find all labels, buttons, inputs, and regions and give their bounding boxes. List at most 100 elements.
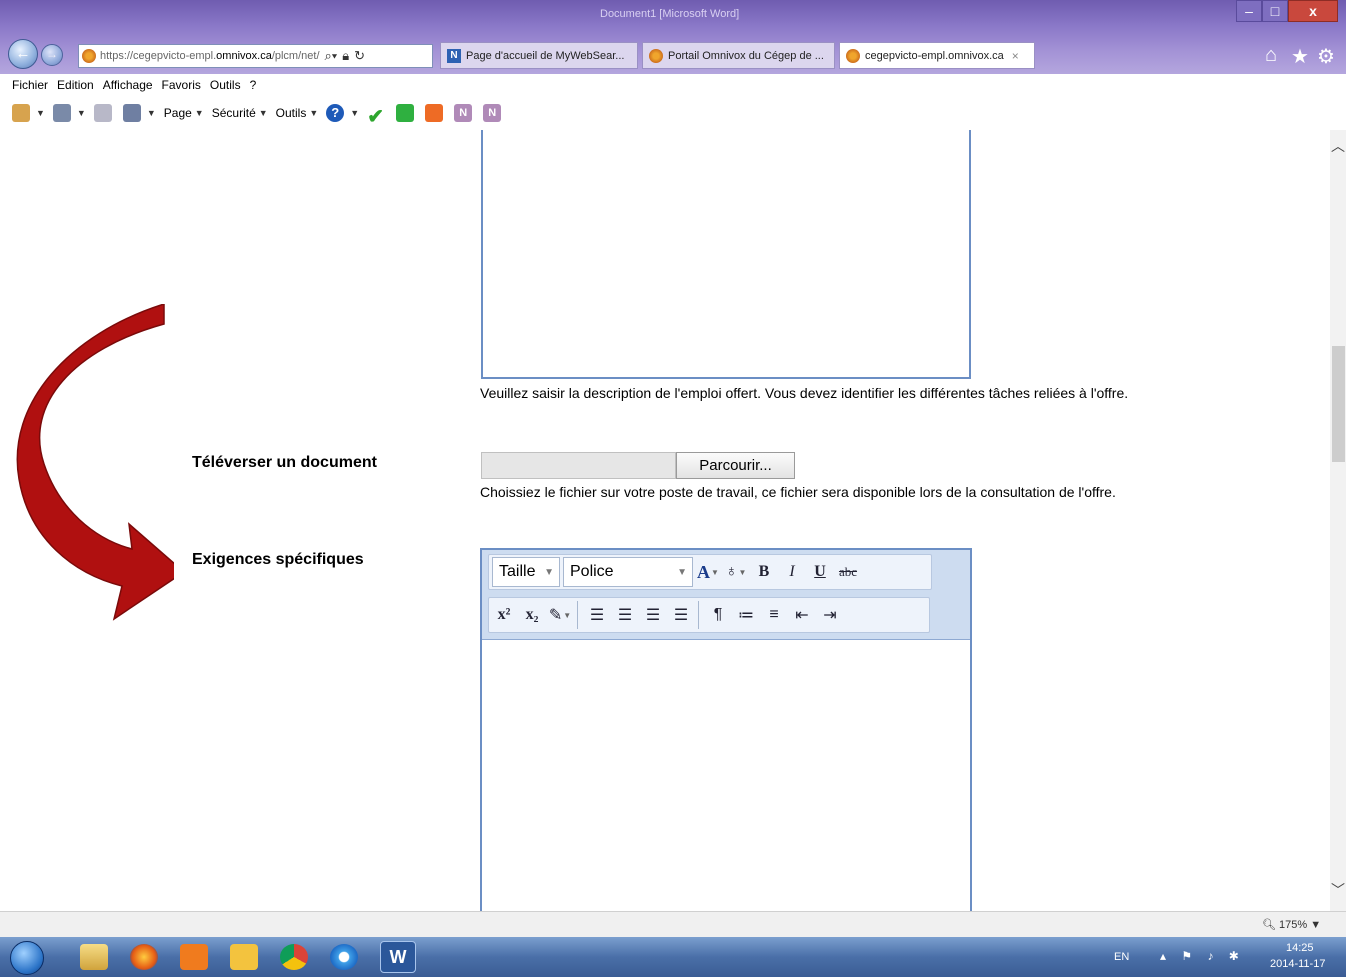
tools-menu[interactable]: Outils ▼ (276, 106, 319, 120)
numbered-list-icon[interactable]: ≡ (761, 600, 787, 630)
media-player-icon[interactable] (180, 944, 208, 970)
menu-edition[interactable]: Edition (57, 78, 94, 92)
security-menu[interactable]: Sécurité ▼ (212, 106, 268, 120)
menu-help[interactable]: ? (250, 78, 257, 92)
requirements-text-area[interactable] (482, 641, 970, 911)
font-size-label: Taille (499, 563, 536, 580)
onenote-send-command[interactable]: N (483, 104, 504, 122)
chevron-down-icon: ▼ (677, 566, 687, 578)
outlook-icon[interactable] (230, 944, 258, 970)
language-indicator[interactable]: EN (1114, 951, 1129, 963)
print-command[interactable]: ▼ (122, 104, 156, 122)
help-command[interactable]: ? ▼ (326, 104, 359, 122)
vertical-scrollbar[interactable]: ︿ ﹀ (1330, 130, 1346, 911)
menu-affichage[interactable]: Affichage (103, 78, 153, 92)
highlight-color-icon[interactable]: ♁ ▼ (723, 557, 749, 587)
onenote-send-icon: N (483, 104, 502, 122)
address-bar[interactable]: https://cegepvicto-empl. omnivox.ca/plcm/… (78, 44, 433, 68)
align-right-icon[interactable]: ☰ (640, 600, 666, 630)
toolbar-row-paragraph: x² x₂ ✎ ▼ ☰ ☰ ☰ ☰ ¶ ≔ ≡ ⇤ ⇥ (488, 597, 930, 633)
tab-mywebsearch[interactable]: N Page d'accueil de MyWebSear... (440, 42, 638, 69)
tab-label: cegepvicto-empl.omnivox.ca (865, 49, 1004, 62)
align-left-icon[interactable]: ☰ (584, 600, 610, 630)
specific-requirements-label: Exigences spécifiques (192, 551, 364, 568)
outdent-icon[interactable]: ⇤ (789, 600, 815, 630)
help-icon: ? (326, 104, 345, 122)
zoom-level[interactable]: 🔍︎ 175% ▼ (1262, 918, 1321, 931)
refresh-icon[interactable]: ↻ (354, 48, 365, 64)
indent-icon[interactable]: ⇥ (817, 600, 843, 630)
curved-arrow-shape (16, 304, 174, 621)
menu-favoris[interactable]: Favoris (162, 78, 201, 92)
tools-menu-label: Outils (275, 106, 307, 120)
spellcheck-command[interactable]: ✔ (367, 104, 388, 128)
scroll-up-icon[interactable]: ︿ (1330, 136, 1346, 156)
green-addon-command[interactable] (396, 104, 417, 122)
format-painter-icon[interactable]: ✎ ▼ (547, 600, 573, 630)
browser-title-bar: Document1 [Microsoft Word] – □ x ← → htt… (0, 0, 1346, 74)
zoom-value: 175% (1279, 919, 1308, 931)
font-size-select[interactable]: Taille ▼ (492, 557, 560, 587)
font-color-icon[interactable]: A ▼ (695, 557, 721, 587)
word-icon[interactable]: W (380, 941, 416, 973)
scroll-down-icon[interactable]: ﹀ (1330, 880, 1346, 900)
menu-fichier[interactable]: Fichier (12, 78, 48, 92)
tab-close-icon[interactable]: × (1012, 49, 1019, 63)
tab-omnivox-portal[interactable]: Portail Omnivox du Cégep de ... (642, 42, 835, 69)
favorites-star-icon[interactable]: ★ (1291, 44, 1309, 69)
firefox-icon[interactable] (130, 944, 158, 970)
home-icon[interactable]: ⌂ (1265, 44, 1277, 67)
windows-explorer-icon[interactable] (80, 944, 108, 970)
system-tray-icons[interactable]: ▴ ⚑ ♪ ✱ (1160, 949, 1245, 963)
italic-icon[interactable]: I (779, 557, 805, 587)
annotation-arrow-icon (16, 304, 174, 621)
description-editor-area[interactable] (481, 130, 971, 379)
omnivox-icon (649, 48, 663, 63)
gear-icon[interactable]: ⚙ (1317, 44, 1335, 69)
underline-icon[interactable]: U (807, 557, 833, 587)
superscript-icon[interactable]: x² (491, 600, 517, 630)
bullet-list-icon[interactable]: ≔ (733, 600, 759, 630)
page-menu[interactable]: Page ▼ (164, 106, 204, 120)
orange-addon-command[interactable] (425, 104, 446, 122)
scrollbar-thumb[interactable] (1332, 346, 1345, 462)
browse-button[interactable]: Parcourir... (676, 452, 795, 479)
editor-toolbar: Taille ▼ Police ▼ A ▼ ♁ ▼ B I U abc x² x₂ ✎ ▼… (482, 550, 970, 640)
close-window-button[interactable]: x (1288, 0, 1338, 22)
requirements-rich-editor: Taille ▼ Police ▼ A ▼ ♁ ▼ B I U abc x² x₂ ✎ ▼… (480, 548, 972, 911)
bold-icon[interactable]: B (751, 557, 777, 587)
back-button[interactable]: ← (8, 39, 38, 69)
file-path-input[interactable] (481, 452, 676, 479)
home-command[interactable]: ▼ (12, 104, 45, 122)
subscript-icon[interactable]: x₂ (519, 600, 545, 630)
clock-date[interactable]: 2014-11-17 (1270, 958, 1325, 970)
paragraph-icon[interactable]: ¶ (705, 600, 731, 630)
align-center-icon[interactable]: ☰ (612, 600, 638, 630)
onenote-command[interactable]: N (454, 104, 475, 122)
description-help-text: Veuillez saisir la description de l'empl… (480, 385, 1129, 401)
lock-icon[interactable]: 🔒︎ (342, 48, 349, 64)
mywebsearch-icon: N (447, 48, 461, 63)
mail-icon (93, 104, 112, 122)
feeds-command[interactable]: ▼ (52, 104, 86, 122)
internet-explorer-icon[interactable] (330, 944, 358, 970)
menu-outils[interactable]: Outils (210, 78, 241, 92)
align-justify-icon[interactable]: ☰ (668, 600, 694, 630)
maximize-button[interactable]: □ (1262, 0, 1288, 22)
page-menu-label: Page (163, 106, 192, 120)
home-icon (12, 104, 30, 122)
clock-time[interactable]: 14:25 (1286, 942, 1314, 954)
minimize-button[interactable]: – (1236, 0, 1262, 22)
url-prefix: https://cegepvicto-empl. (100, 50, 217, 62)
search-icon[interactable]: ⌕▾ (325, 48, 338, 64)
start-button[interactable] (10, 941, 44, 975)
windows-taskbar: W EN ▴ ⚑ ♪ ✱ 14:25 2014-11-17 (0, 937, 1346, 977)
strikethrough-icon[interactable]: abc (835, 557, 861, 587)
tab-active-cegepvicto[interactable]: cegepvicto-empl.omnivox.ca × (839, 42, 1035, 69)
font-family-select[interactable]: Police ▼ (563, 557, 693, 587)
mail-command[interactable] (93, 104, 115, 122)
command-bar: ▼ ▼ ▼ Page ▼ Sécurité ▼ Outils ▼ ? ▼ ✔ N N (0, 96, 1346, 130)
forward-button[interactable]: → (41, 44, 63, 66)
font-family-label: Police (570, 563, 614, 580)
chrome-icon[interactable] (280, 944, 308, 970)
